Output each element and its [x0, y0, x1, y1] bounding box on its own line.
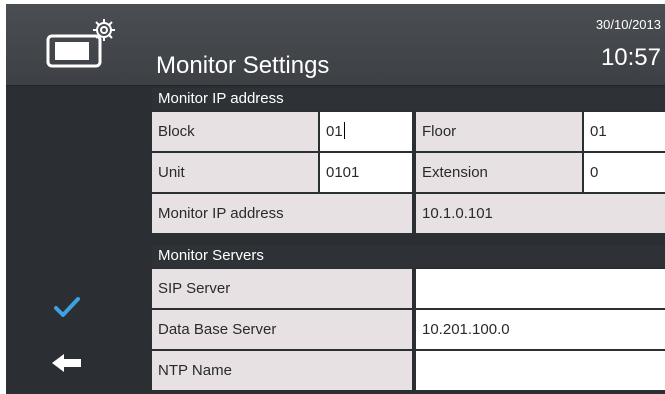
block-label: Block — [152, 112, 318, 151]
text-cursor — [343, 122, 345, 139]
unit-label: Unit — [152, 153, 318, 192]
sidebar — [6, 87, 150, 394]
ip-address-value: 10.1.0.101 — [416, 194, 665, 233]
database-server-field[interactable]: 10.201.100.0 — [416, 310, 665, 349]
time-display: 10:57 — [600, 44, 661, 71]
settings-panel: Monitor IP address Block 01 Floor 01 Uni… — [150, 87, 665, 394]
sip-server-field[interactable] — [416, 269, 665, 308]
date-display: 30/10/2013 — [595, 17, 661, 32]
arrow-left-icon[interactable] — [50, 351, 84, 375]
ip-section-header: Monitor IP address — [152, 88, 665, 110]
floor-label: Floor — [416, 112, 582, 151]
floor-field[interactable]: 01 — [584, 112, 665, 151]
header-bar: Monitor Settings 30/10/2013 10:57 — [6, 4, 665, 86]
page-title: Monitor Settings — [156, 52, 330, 79]
screen-frame: Monitor Settings 30/10/2013 10:57 Monito… — [6, 4, 665, 394]
servers-section-header: Monitor Servers — [152, 245, 665, 267]
monitor-settings-icon — [46, 19, 115, 68]
ntp-name-label: NTP Name — [152, 351, 412, 390]
extension-label: Extension — [416, 153, 582, 192]
ip-address-label: Monitor IP address — [152, 194, 412, 233]
database-server-label: Data Base Server — [152, 310, 412, 349]
ntp-name-field[interactable] — [416, 351, 665, 390]
block-value: 01 — [326, 123, 343, 140]
extension-field[interactable]: 0 — [584, 153, 665, 192]
checkmark-icon[interactable] — [52, 295, 82, 321]
unit-field[interactable]: 0101 — [320, 153, 412, 192]
sip-server-label: SIP Server — [152, 269, 412, 308]
block-field[interactable]: 01 — [320, 112, 412, 151]
